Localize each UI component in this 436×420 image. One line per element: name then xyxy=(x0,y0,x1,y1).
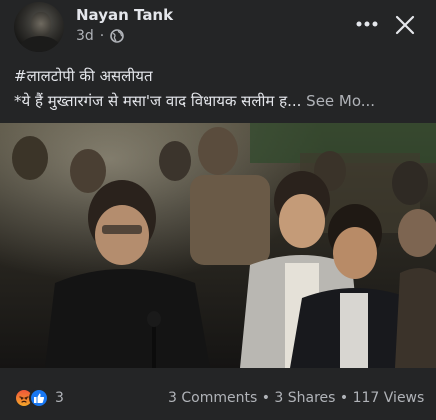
post-footer: 3 3 Comments • 3 Shares • 117 Views xyxy=(0,382,436,414)
post-header: Nayan Tank 3d · xyxy=(0,0,436,56)
caption-line-1[interactable]: #लालटोपी की असलीयत xyxy=(14,64,424,89)
close-icon[interactable] xyxy=(394,14,416,36)
like-reaction-icon xyxy=(29,388,49,408)
reactions-summary[interactable]: 3 xyxy=(14,388,64,408)
globe-icon xyxy=(110,29,125,43)
post-time[interactable]: 3d xyxy=(76,28,94,44)
avatar-face xyxy=(31,12,51,38)
engagement-stats[interactable]: 3 Comments • 3 Shares • 117 Views xyxy=(168,390,424,406)
video-thumbnail xyxy=(0,123,436,368)
reaction-count: 3 xyxy=(55,390,64,406)
avatar-shoulder xyxy=(20,36,60,52)
more-options-icon[interactable] xyxy=(354,14,380,34)
video-player[interactable] xyxy=(0,123,436,368)
avatar[interactable] xyxy=(14,2,64,52)
caption-text: *ये हैं मुख्तारगंज से मसा'ज वाद विधायक स… xyxy=(14,92,302,110)
caption-line-2: *ये हैं मुख्तारगंज से मसा'ज वाद विधायक स… xyxy=(14,89,424,114)
see-more-link[interactable]: See Mo... xyxy=(306,92,375,110)
author-name[interactable]: Nayan Tank xyxy=(76,6,173,24)
post-caption: #लालटोपी की असलीयत *ये हैं मुख्तारगंज से… xyxy=(14,64,424,114)
post-meta: 3d · xyxy=(76,28,125,44)
